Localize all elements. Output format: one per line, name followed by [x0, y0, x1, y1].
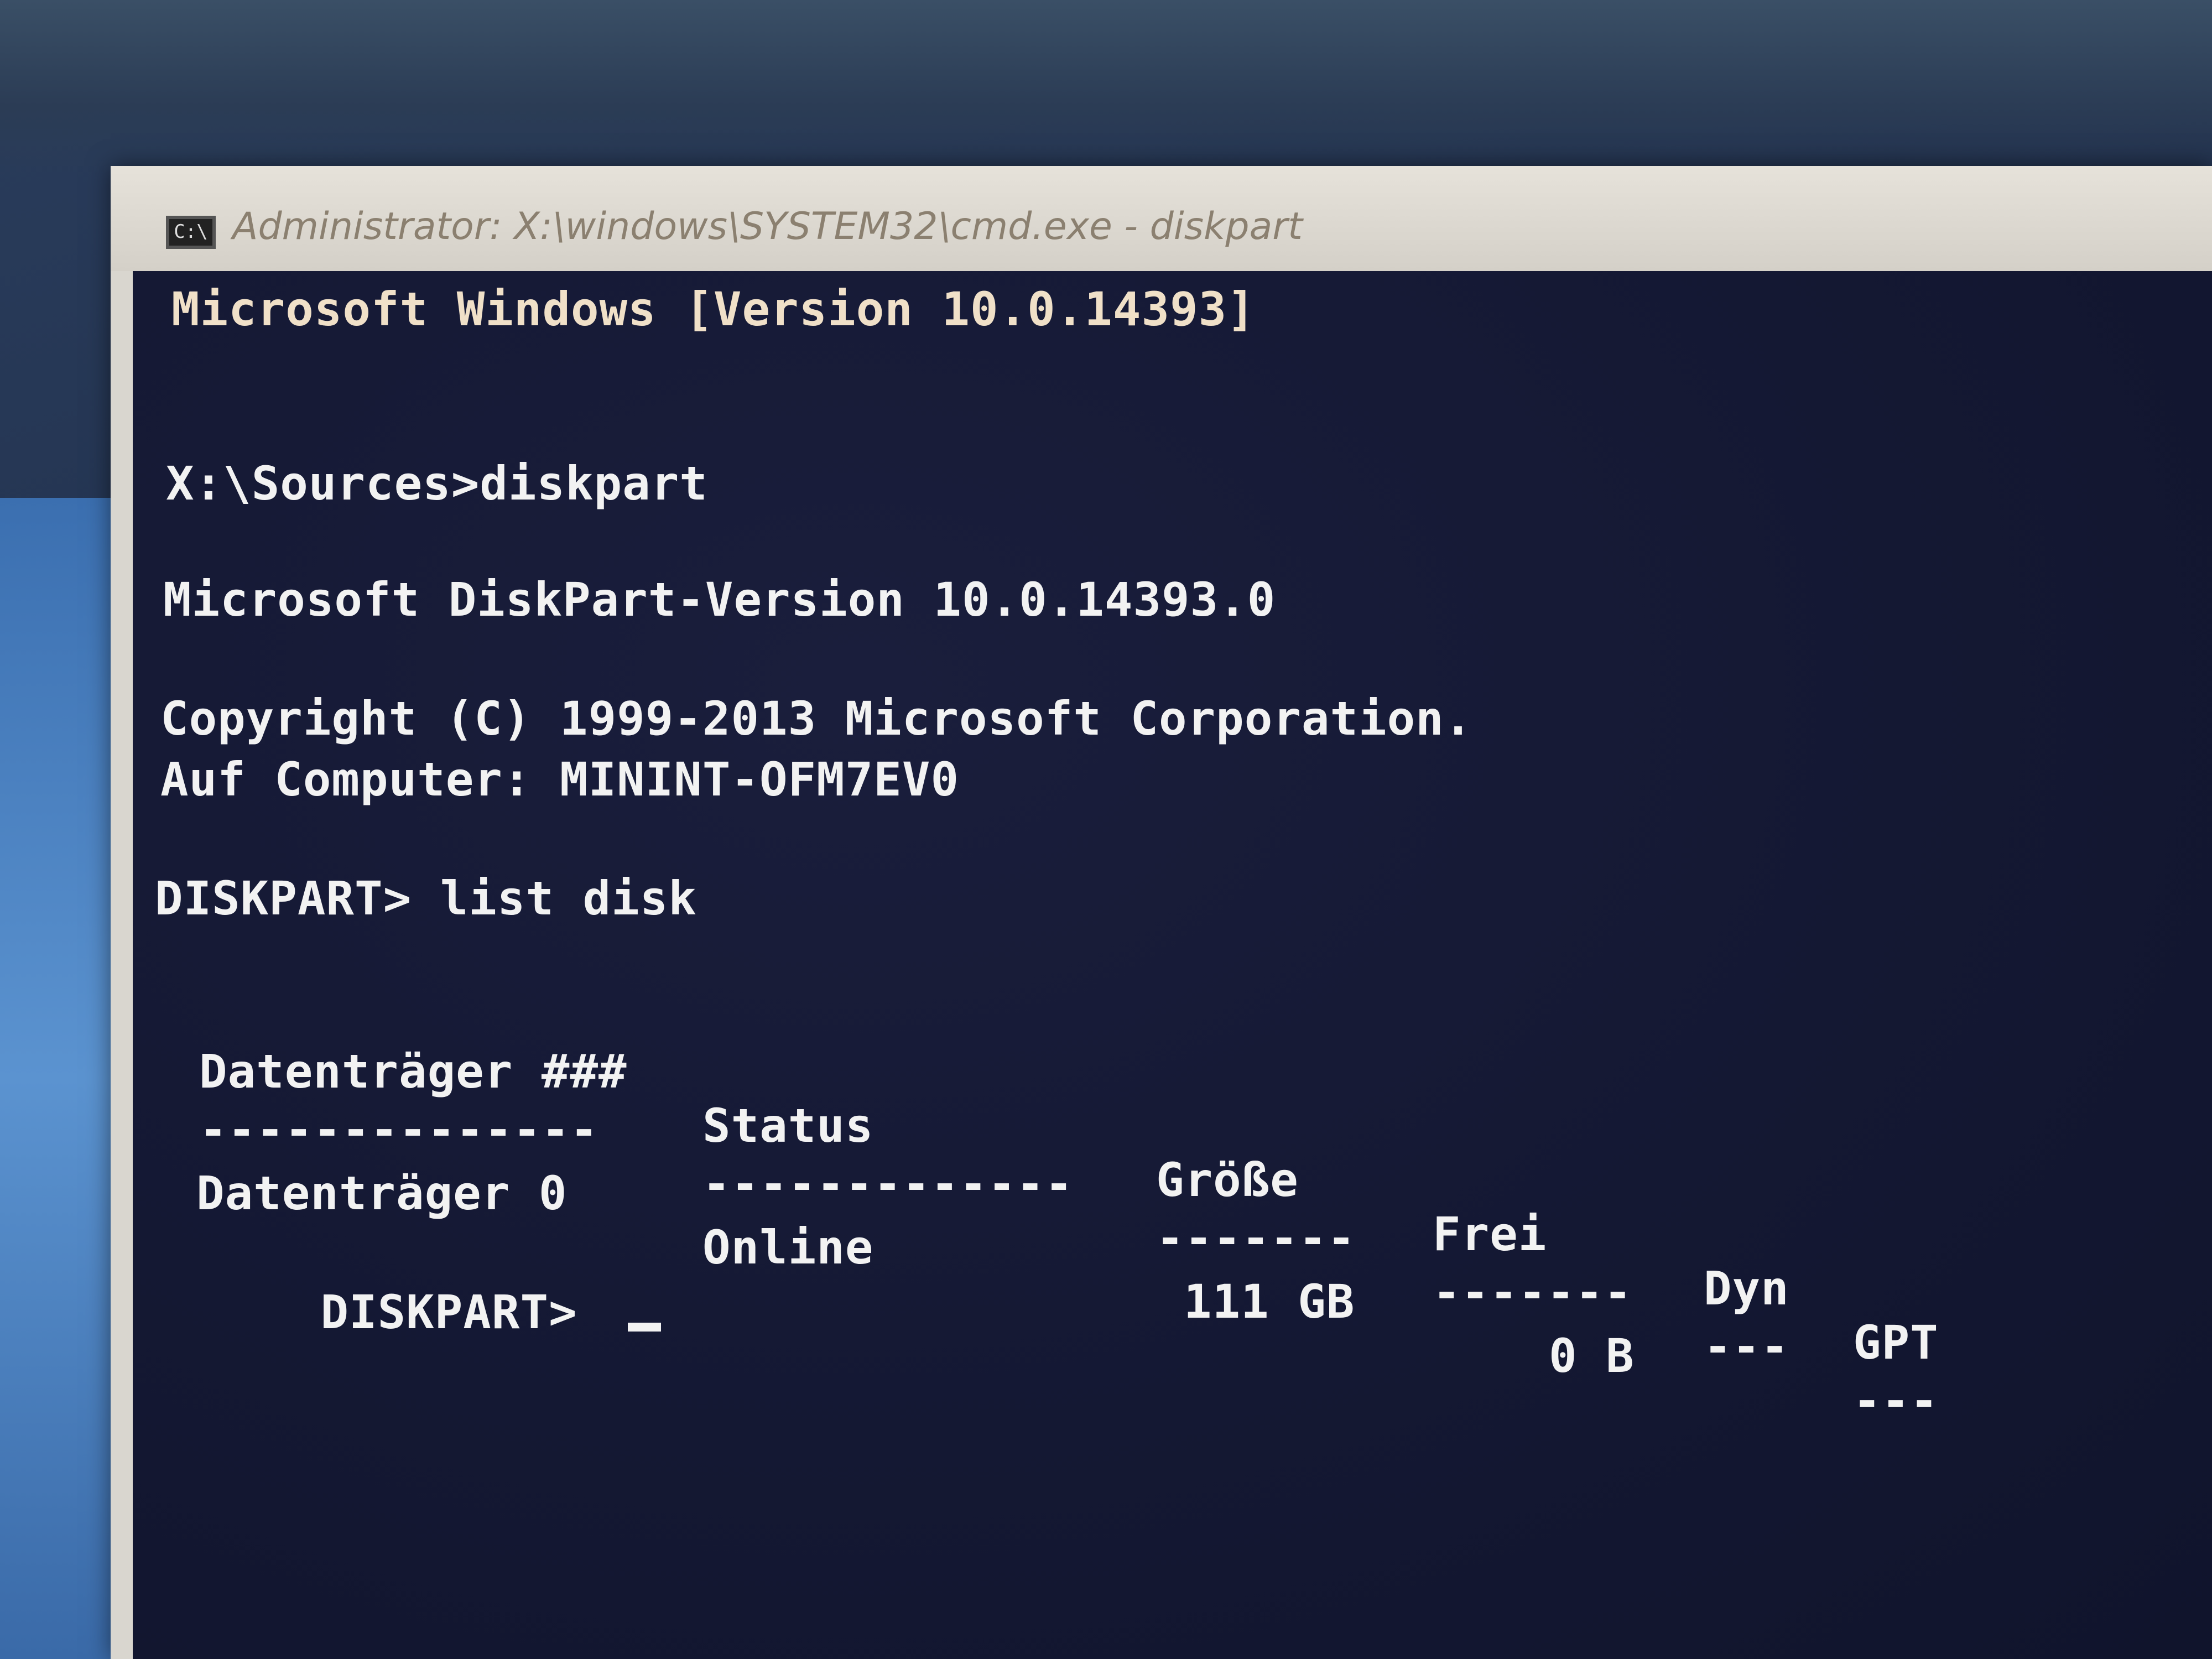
table-row: Datenträger 0 Online 111 GB 0 B [133, 1112, 2212, 1383]
cmd-icon: C:\ [166, 216, 216, 249]
console-line-command: X:\Sources>diskpart [166, 456, 708, 511]
title-bar[interactable]: C:\ Administrator: X:\windows\SYSTEM32\c… [111, 166, 2212, 271]
cell-groesse: 111 GB [1184, 1275, 1355, 1329]
window-title: Administrator: X:\windows\SYSTEM32\cmd.e… [232, 205, 1303, 248]
console-line-computer: Auf Computer: MININT-OFM7EV0 [160, 752, 960, 807]
header-frei: Frei [1433, 1207, 1547, 1261]
header-dyn: Dyn [1704, 1261, 1789, 1315]
background-haze [0, 0, 2212, 177]
console-line-diskpart-version: Microsoft DiskPart-Version 10.0.14393.0 [163, 573, 1276, 627]
console-output[interactable]: Microsoft Windows [Version 10.0.14393] X… [133, 271, 2212, 1659]
separator-gpt: --- [1853, 1374, 1939, 1428]
console-line-list-disk: DISKPART> list disk [155, 871, 697, 925]
cell-frei: 0 B [1549, 1329, 1635, 1383]
console-line-version: Microsoft Windows [Version 10.0.14393] [171, 282, 1256, 336]
cell-status: Online [702, 1220, 874, 1275]
console-line-copyright: Copyright (C) 1999-2013 Microsoft Corpor… [160, 691, 1473, 746]
separator-dyn: --- [1704, 1319, 1789, 1374]
separator-groesse: ------- [1156, 1211, 1356, 1265]
cell-datentraeger: Datenträger 0 [196, 1166, 568, 1220]
console-prompt-line[interactable]: DISKPART> [149, 1231, 662, 1393]
text-cursor [628, 1323, 662, 1332]
console-prompt: DISKPART> [320, 1285, 606, 1339]
cmd-window[interactable]: C:\ Administrator: X:\windows\SYSTEM32\c… [111, 166, 2212, 1659]
separator-frei: ------- [1433, 1265, 1633, 1319]
table-header: Datenträger ### Status Größe Frei Dyn GP… [133, 990, 2212, 1370]
header-gpt: GPT [1853, 1315, 1939, 1370]
table-separator: -------------- ------------- ------- ---… [133, 1048, 2212, 1428]
